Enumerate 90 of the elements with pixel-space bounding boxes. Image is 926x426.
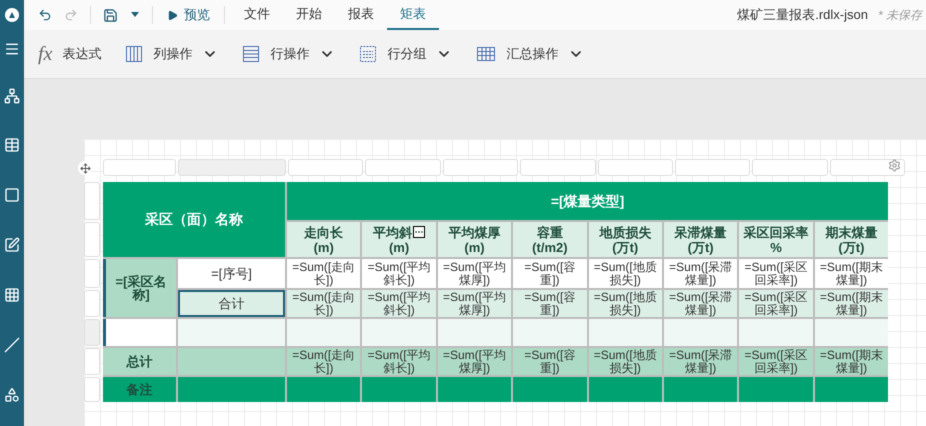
empty-cell[interactable] bbox=[178, 348, 285, 375]
formula-cell[interactable]: =Sum([期末煤量]) bbox=[814, 290, 888, 317]
totals-button[interactable]: 汇总操作 bbox=[476, 45, 584, 63]
logo-icon[interactable] bbox=[4, 7, 20, 23]
formula-cell[interactable]: =Sum([走向长]) bbox=[287, 290, 360, 317]
row-handle[interactable] bbox=[84, 259, 100, 288]
menu-tab[interactable]: 报表 bbox=[335, 0, 387, 30]
function-icon: fx bbox=[38, 42, 52, 66]
formula-cell[interactable]: =Sum([地质损失]) bbox=[588, 290, 662, 317]
table-icon[interactable] bbox=[4, 137, 20, 153]
row-handle[interactable] bbox=[84, 182, 100, 220]
column-handle[interactable] bbox=[674, 159, 750, 176]
row-handle[interactable] bbox=[84, 319, 100, 346]
grid-icon bbox=[476, 46, 496, 62]
dashed-rows-icon bbox=[359, 45, 378, 63]
total-label[interactable]: 总计 bbox=[103, 348, 176, 375]
formula-cell[interactable]: =Sum([平均斜长]) bbox=[362, 290, 436, 317]
column-handle[interactable] bbox=[598, 159, 673, 176]
formula-cell[interactable]: =Sum([采区回采率]) bbox=[739, 348, 813, 375]
column-header[interactable]: 期末煤量 (万t) bbox=[814, 222, 888, 257]
save-status: * 未保存 bbox=[878, 6, 922, 24]
row-label[interactable]: 合计 bbox=[178, 290, 285, 317]
column-handle[interactable] bbox=[288, 159, 364, 176]
shapes-icon[interactable] bbox=[4, 387, 20, 403]
formula-cell[interactable]: =Sum([容重]) bbox=[513, 259, 587, 288]
formula-cell[interactable]: =Sum([容重]) bbox=[513, 348, 587, 375]
row-group-header[interactable]: =[采区名称] bbox=[103, 259, 176, 317]
columns-icon bbox=[125, 45, 144, 63]
columns-button[interactable]: 列操作 bbox=[125, 45, 218, 63]
settings-icon[interactable] bbox=[888, 159, 901, 172]
menu-icon[interactable] bbox=[4, 41, 20, 57]
tree-icon[interactable] bbox=[4, 88, 20, 104]
formula-cell[interactable]: =Sum([期末煤量]) bbox=[814, 348, 888, 375]
empty-cell[interactable] bbox=[178, 319, 285, 346]
column-handle[interactable] bbox=[830, 159, 906, 176]
column-handle[interactable] bbox=[520, 159, 596, 176]
formula-cell[interactable]: =Sum([平均斜长]) bbox=[362, 259, 436, 288]
empty-cell[interactable] bbox=[178, 377, 285, 402]
formula-cell[interactable]: =Sum([走向长]) bbox=[287, 348, 360, 375]
formula-cell[interactable]: =Sum([地质损失]) bbox=[588, 259, 662, 288]
file-name: 煤矿三量报表.rdlx-json bbox=[737, 6, 868, 24]
row-handle[interactable] bbox=[84, 290, 100, 317]
caret-icon bbox=[130, 12, 140, 18]
formula-cell[interactable]: =Sum([呆滞煤量]) bbox=[664, 259, 738, 288]
more-icon[interactable] bbox=[413, 226, 426, 238]
grid-icon[interactable] bbox=[4, 287, 20, 303]
row-handle[interactable] bbox=[84, 348, 100, 375]
menu-tab[interactable]: 文件 bbox=[231, 0, 283, 30]
row-label[interactable]: =[序号] bbox=[178, 259, 285, 288]
formula-cell[interactable]: =Sum([平均煤厚]) bbox=[438, 348, 512, 375]
column-header[interactable]: 呆滞煤量 (万t) bbox=[664, 222, 738, 257]
empty-cell[interactable] bbox=[103, 319, 176, 346]
formula-cell[interactable]: =Sum([容重]) bbox=[513, 290, 587, 317]
menu-tab[interactable]: 开始 bbox=[283, 0, 335, 30]
formula-cell[interactable]: =Sum([平均斜长]) bbox=[362, 348, 436, 375]
column-header[interactable]: 平均煤厚 (m) bbox=[438, 222, 512, 257]
play-icon bbox=[167, 10, 178, 20]
formula-cell[interactable]: =Sum([采区回采率]) bbox=[739, 259, 813, 288]
groups-button[interactable]: 行分组 bbox=[359, 45, 452, 63]
formula-cell[interactable]: =Sum([呆滞煤量]) bbox=[664, 348, 738, 375]
preview-button[interactable]: 预览 bbox=[159, 6, 218, 24]
column-header[interactable]: 容重 (t/m2) bbox=[513, 222, 587, 257]
formula-cell[interactable]: =Sum([平均煤厚]) bbox=[438, 259, 512, 288]
column-handle[interactable] bbox=[752, 159, 828, 176]
column-handle[interactable] bbox=[365, 159, 441, 176]
formula-cell[interactable]: =Sum([地质损失]) bbox=[588, 348, 662, 375]
column-header[interactable]: 走向长 (m) bbox=[287, 222, 360, 257]
column-header[interactable]: 地质损失 (万t) bbox=[588, 222, 662, 257]
edit-icon[interactable] bbox=[4, 237, 20, 253]
expression-button[interactable]: fx 表达式 bbox=[38, 42, 102, 66]
row-handle[interactable] bbox=[84, 377, 100, 402]
formula-cell[interactable]: =Sum([采区回采率]) bbox=[739, 290, 813, 317]
column-header[interactable]: 平均斜 (m) bbox=[362, 222, 436, 257]
square-icon[interactable] bbox=[4, 187, 20, 203]
formula-cell[interactable]: =Sum([平均煤厚]) bbox=[438, 290, 512, 317]
formula-cell[interactable]: =Sum([呆滞煤量]) bbox=[664, 290, 738, 317]
column-header[interactable]: 采区回采率 % bbox=[739, 222, 813, 257]
column-handle[interactable] bbox=[178, 159, 286, 176]
rows-icon bbox=[242, 45, 260, 63]
move-icon[interactable] bbox=[78, 161, 92, 175]
column-handle[interactable] bbox=[442, 159, 518, 176]
undo-icon bbox=[38, 8, 52, 22]
line-icon[interactable] bbox=[4, 337, 20, 353]
column-handle[interactable] bbox=[103, 159, 176, 176]
row-handle[interactable] bbox=[84, 222, 100, 257]
redo-icon bbox=[64, 8, 78, 22]
rows-button[interactable]: 行操作 bbox=[242, 45, 336, 63]
formula-cell[interactable]: =Sum([期末煤量]) bbox=[814, 259, 888, 288]
formula-cell[interactable]: =Sum([走向长]) bbox=[287, 259, 360, 288]
save-icon bbox=[103, 8, 118, 22]
